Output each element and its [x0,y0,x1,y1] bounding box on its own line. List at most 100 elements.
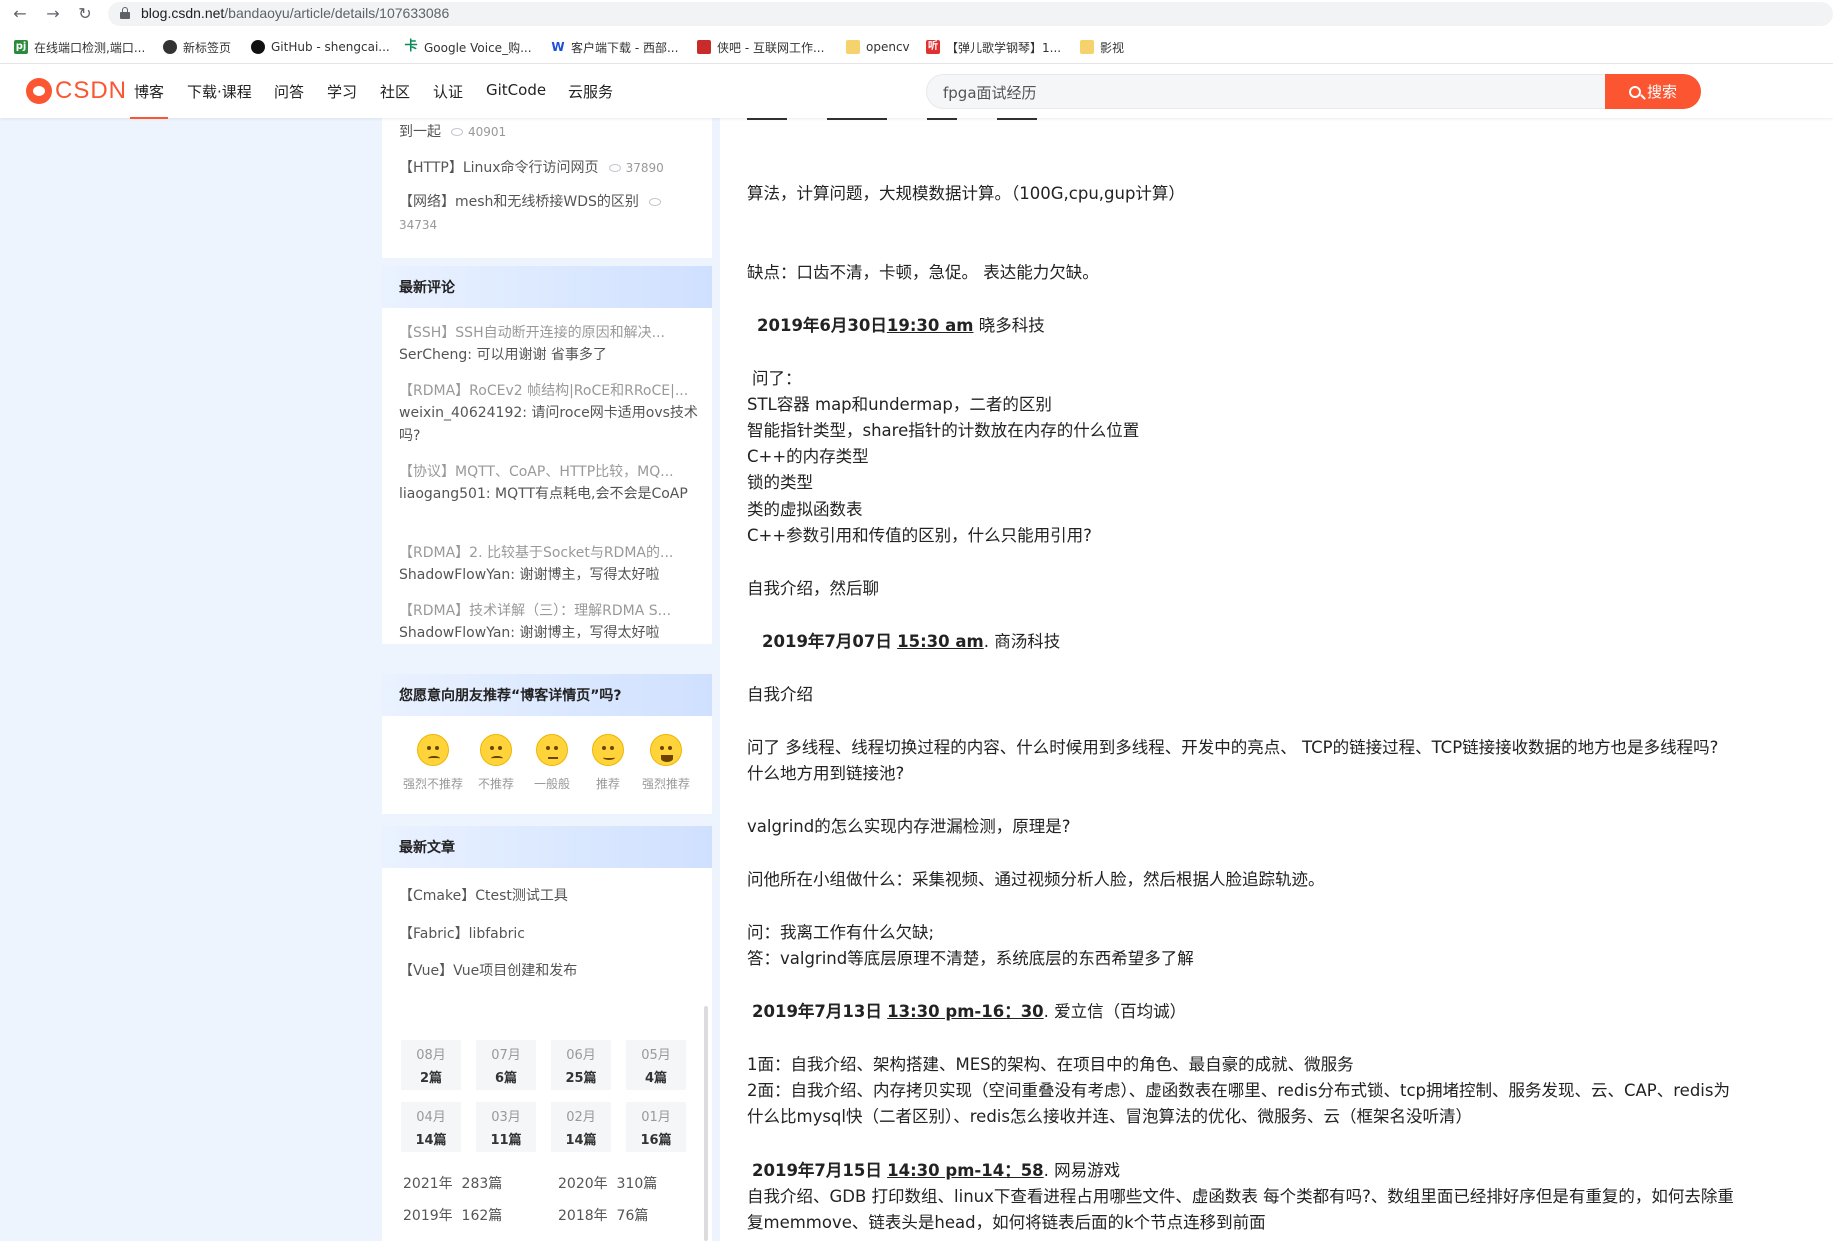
search-input[interactable]: fpga面试经历 [926,74,1606,109]
latest-heading: 最新文章 [382,826,712,868]
year-stat[interactable]: 2018年 76篇 [558,1205,648,1225]
address-bar[interactable]: blog.csdn.net/bandaoyu/article/details/1… [108,2,1833,26]
search-button[interactable]: 搜索 [1605,74,1701,109]
latest-article-link[interactable]: 【Vue】Vue项目创建和发布 [399,960,577,980]
article-line: 算法，计算问题，大规模数据计算。（100G,cpu,gup计算） [747,184,1185,203]
nav-cloud[interactable]: 云服务 [568,81,613,102]
nav-blog[interactable]: 博客 [129,81,169,119]
article-line: 智能指针类型，share指针的计数放在内存的什么位置 [747,421,1140,440]
article-line: C++的内存类型 [747,447,869,466]
reload-icon[interactable]: ↻ [75,4,95,24]
bookmark-item[interactable]: W 客户端下载 - 西部... [551,38,678,56]
nav-community[interactable]: 社区 [380,81,410,102]
bookmark-item[interactable]: 新标签页 [163,38,231,56]
interview-heading: 2019年6月30日19:30 am 晓多科技 [757,312,1045,336]
hot-article-title: 【网络】mesh和无线桥接WDS的区别 [399,194,639,210]
comment-article-link[interactable]: 【SSH】SSH自动断开连接的原因和解决... [399,322,699,342]
bookmark-item[interactable]: pj 在线端口检测,端口... [14,38,145,56]
article-line: 问了 多线程、线程切换过程的内容、什么时候用到多线程、开发中的亮点、 TCP的链… [747,738,1719,757]
view-count: 40901 [468,125,507,139]
comment-article-link[interactable]: 【RDMA】RoCEv2 帧结构|RoCE和RRoCE|... [399,380,699,400]
article-line: 自我介绍，然后聊 [747,579,879,598]
article-line: 什么地方用到链接池? [747,764,905,783]
forward-arrow-icon[interactable]: → [43,4,63,24]
latest-article-link[interactable]: 【Fabric】libfabric [399,923,525,943]
archive-month[interactable]: 02月 14篇 [551,1102,611,1152]
angry-face-icon [417,734,449,766]
year-count: 310篇 [616,1176,658,1192]
year-stat[interactable]: 2021年 283篇 [403,1173,502,1193]
year-stat[interactable]: 2019年 162篇 [403,1205,502,1225]
recommend-option[interactable]: 强烈不推荐 [403,734,463,792]
archive-month[interactable]: 08月 2篇 [401,1040,461,1090]
comment-article-link[interactable]: 【RDMA】技术详解（三）：理解RDMA S... [399,600,699,620]
cut-off-line [747,118,1107,120]
interview-heading: 2019年7月13日 13:30 pm-16：30. 爱立信（百均诚） [752,998,1186,1022]
csdn-logo[interactable]: CSDN [26,77,127,104]
bookmark-label: 新标签页 [183,40,232,55]
article-line: 问了： [752,369,802,388]
comment-article-link[interactable]: 【RDMA】2. 比较基于Socket与RDMA的... [399,542,699,562]
article-line: valgrind的怎么实现内存泄漏检测，原理是? [747,817,1071,836]
bookmark-item[interactable]: opencv [846,38,910,56]
recommend-option[interactable]: 不推荐 [476,734,516,792]
article-line: 问他所在小组做什么：采集视频、通过视频分析人脸，然后根据人脸追踪轨迹。 [747,870,1325,889]
archive-month-name: 02月 [566,1110,596,1125]
archive-month[interactable]: 05月 4篇 [626,1040,686,1090]
interview-heading: 2019年7月07日 15:30 am. 商汤科技 [762,628,1060,652]
folder-icon [846,40,860,54]
nav-gitcode[interactable]: GitCode [486,81,546,99]
eye-icon [648,198,661,206]
archive-month[interactable]: 01月 16篇 [626,1102,686,1152]
nav-download-course[interactable]: 下载·课程 [187,81,252,102]
article-line: 1面：自我介绍、架构搭建、MES的架构、在项目中的角色、最自豪的成就、微服务 [747,1055,1354,1074]
interview-company: . 爱立信（百均诚） [1043,1002,1187,1021]
csdn-logo-icon [26,78,52,104]
hot-article-item[interactable]: 【HTTP】Linux命令行访问网页 37890 [399,157,664,177]
article-line: 类的虚拟函数表 [747,500,863,519]
interview-time: 19:30 am [886,316,974,335]
interview-company: 晓多科技 [978,316,1045,335]
nav-learn[interactable]: 学习 [327,81,357,102]
xiaba-icon [697,40,711,54]
year-stat[interactable]: 2020年 310篇 [558,1173,657,1193]
smile-face-icon [592,734,624,766]
bookmark-item[interactable]: 影视 [1080,38,1124,56]
interview-date: 2019年7月07日 [762,632,892,651]
recommend-option[interactable]: 强烈推荐 [642,734,690,792]
bookmark-item[interactable]: 听【弹儿歌学钢琴】1... [926,38,1061,56]
back-arrow-icon[interactable]: ← [10,4,30,24]
interview-date: 2019年7月15日 [752,1161,882,1180]
listen-icon: 听 [926,40,940,54]
archive-month[interactable]: 04月 14篇 [401,1102,461,1152]
latest-comments-card: 最新评论 【SSH】SSH自动断开连接的原因和解决... SerCheng: 可… [382,266,712,644]
lock-icon [120,7,130,19]
latest-article-link[interactable]: 【Cmake】Ctest测试工具 [399,885,568,905]
bookmark-label: GitHub - shengcai... [271,40,390,54]
hot-article-item[interactable]: 到一起 40901 [399,121,506,141]
interview-date: 2019年6月30日 [757,316,887,335]
archive-month-name: 06月 [566,1048,596,1063]
archive-month[interactable]: 07月 6篇 [476,1040,536,1090]
recommend-option[interactable]: 一般般 [532,734,572,792]
interview-time: 13:30 pm-16：30 [887,1002,1044,1021]
archive-month-count: 6篇 [494,1071,518,1086]
nav-qa[interactable]: 问答 [274,81,304,102]
bookmark-item[interactable]: 侠吧 - 互联网工作... [697,38,824,56]
recommend-option[interactable]: 推荐 [588,734,628,792]
article-line: 问：我离工作有什么欠缺; [747,923,935,942]
folder-icon [1080,40,1094,54]
nav-certification[interactable]: 认证 [433,81,463,102]
bookmark-item[interactable]: GitHub - shengcai... [251,38,390,56]
sidebar-scrollbar[interactable] [704,1006,708,1241]
year-label: 2020年 [558,1176,608,1192]
bookmark-label: 侠吧 - 互联网工作... [717,40,825,55]
archive-month[interactable]: 03月 11篇 [476,1102,536,1152]
comment-article-link[interactable]: 【协议】MQTT、CoAP、HTTP比较，MQ... [399,461,699,481]
bookmark-label: 在线端口检测,端口... [34,40,146,55]
bookmark-label: 影视 [1100,40,1125,55]
bookmark-item[interactable]: 卡 Google Voice_购... [404,38,532,56]
hot-article-item[interactable]: 【网络】mesh和无线桥接WDS的区别 [399,191,666,211]
archive-month[interactable]: 06月 25篇 [551,1040,611,1090]
w-icon: W [551,40,565,54]
